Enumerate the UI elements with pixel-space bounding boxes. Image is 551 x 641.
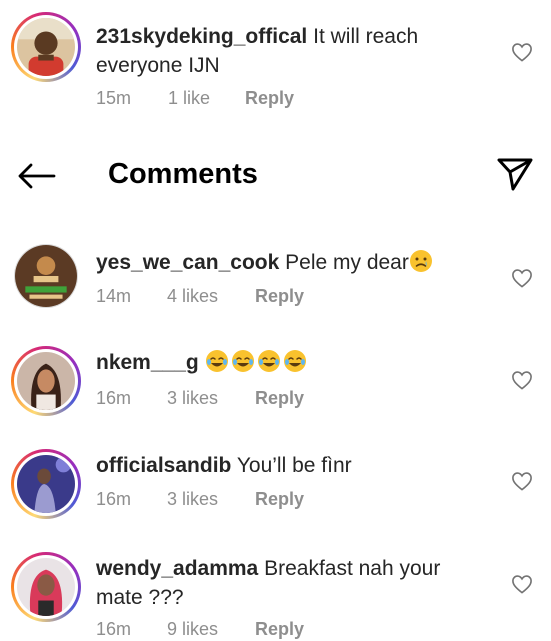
comment-time: 16m [96, 489, 132, 509]
comment-meta: 16m 3 likes Reply [96, 388, 304, 409]
reply-button[interactable]: Reply [255, 489, 304, 510]
comment-time: 15m [96, 88, 132, 108]
comment-meta: 16m 3 likes Reply [96, 489, 304, 510]
avatar[interactable] [11, 449, 81, 519]
comment-body: You’ll be fìnr [231, 454, 352, 477]
back-arrow-icon[interactable] [16, 162, 56, 190]
comment-likes[interactable]: 3 likes [167, 489, 255, 510]
heart-icon[interactable] [511, 370, 533, 390]
send-icon[interactable] [496, 155, 534, 193]
comment-username[interactable]: wendy_adamma [96, 557, 258, 580]
comment-text: officialsandib You’ll be fìnr [96, 451, 491, 480]
reply-button[interactable]: Reply [255, 286, 304, 307]
comment-meta: 14m 4 likes Reply [96, 286, 304, 307]
heart-icon[interactable] [511, 574, 533, 594]
comment-text: yes_we_can_cook Pele my dear [96, 248, 491, 277]
comment-time: 16m [96, 619, 132, 639]
avatar[interactable] [11, 552, 81, 622]
comments-header: Comments [0, 140, 551, 210]
avatar[interactable] [11, 346, 81, 416]
reply-button[interactable]: Reply [245, 88, 294, 109]
tears-of-joy-emoji [283, 349, 307, 373]
heart-icon[interactable] [511, 268, 533, 288]
sad-face-emoji [409, 249, 433, 273]
comment-likes[interactable]: 1 like [168, 88, 245, 109]
heart-icon[interactable] [511, 42, 533, 62]
avatar[interactable] [14, 244, 78, 308]
reply-button[interactable]: Reply [255, 388, 304, 409]
comment-likes[interactable]: 9 likes [167, 619, 255, 640]
comment-text: nkem___g [96, 348, 491, 377]
page-title: Comments [108, 158, 258, 190]
comment-likes[interactable]: 3 likes [167, 388, 255, 409]
comment-text: wendy_adamma Breakfast nah your mate ??? [96, 554, 491, 612]
comment-meta: 15m 1 like Reply [96, 88, 294, 109]
tears-of-joy-emoji [257, 349, 281, 373]
tears-of-joy-emoji [231, 349, 255, 373]
avatar[interactable] [11, 12, 81, 82]
comment-username[interactable]: 231skydeking_offical [96, 25, 307, 48]
comment-text: 231skydeking_offical It will reach every… [96, 22, 491, 80]
comment-meta: 16m 9 likes Reply [96, 619, 304, 640]
comment-username[interactable]: officialsandib [96, 454, 231, 477]
comment-time: 14m [96, 286, 132, 306]
tears-of-joy-emoji [205, 349, 229, 373]
reply-button[interactable]: Reply [255, 619, 304, 640]
comment-body: Pele my dear [279, 251, 409, 274]
heart-icon[interactable] [511, 471, 533, 491]
comment-likes[interactable]: 4 likes [167, 286, 255, 307]
comment-time: 16m [96, 388, 132, 408]
comment-username[interactable]: yes_we_can_cook [96, 251, 279, 274]
comment-username[interactable]: nkem___g [96, 351, 199, 374]
comments-screen: 231skydeking_offical It will reach every… [0, 0, 551, 641]
